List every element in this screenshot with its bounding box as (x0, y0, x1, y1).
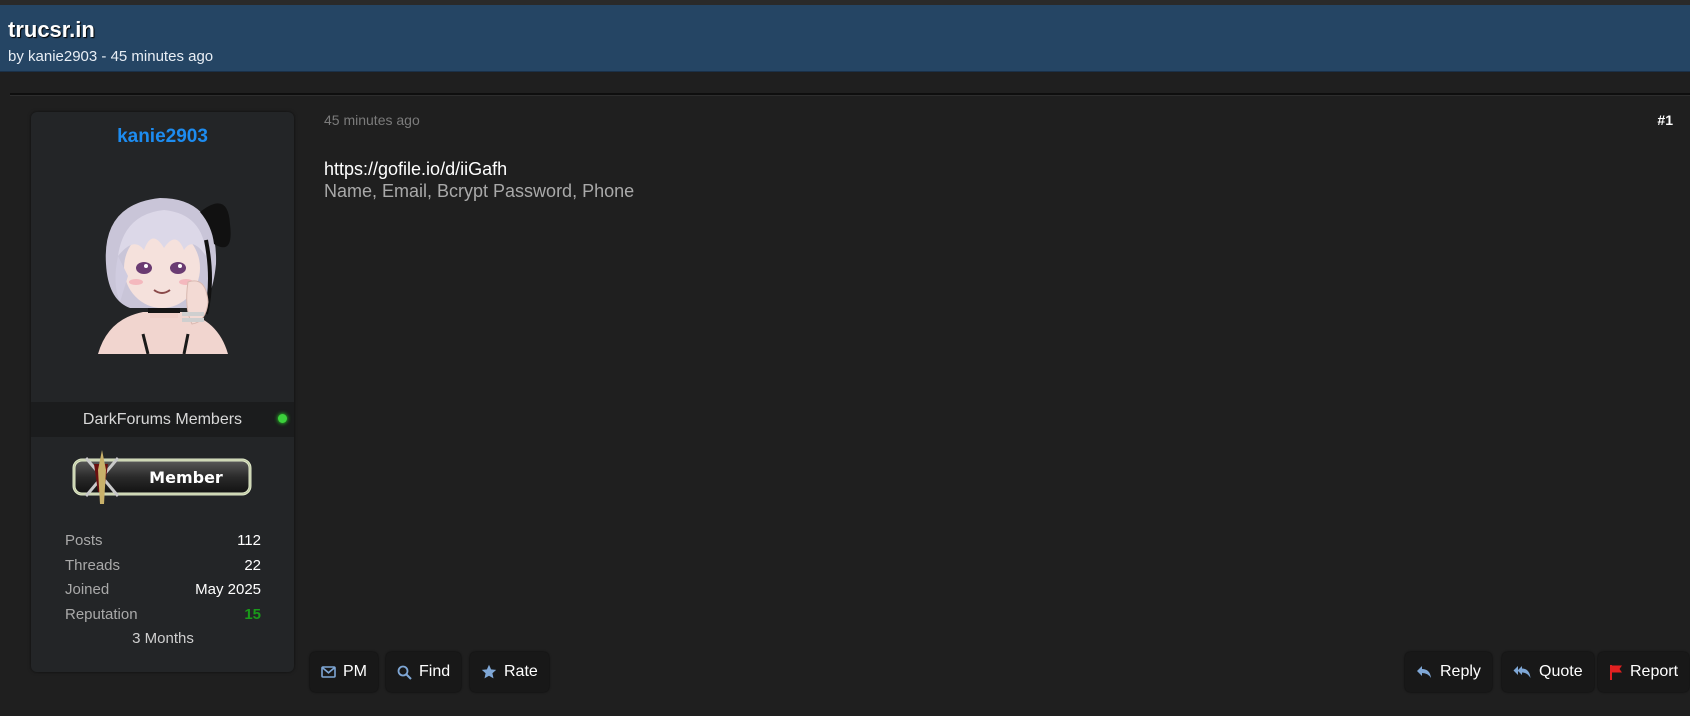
svg-text:Member: Member (149, 468, 223, 487)
stat-label: Reputation (65, 605, 138, 623)
usergroup-label: DarkForums Members (82, 411, 243, 428)
online-status-icon (278, 414, 287, 423)
post-text: Name, Email, Bcrypt Password, Phone (324, 181, 635, 201)
post-body: https://gofile.io/d/iiGafh Name, Email, … (324, 158, 634, 202)
stat-reputation: Reputation 15 (65, 606, 261, 631)
rate-button[interactable]: Rate (470, 652, 549, 692)
author-card: kanie2903 DarkForums Members Member Post… (31, 112, 294, 672)
post-link[interactable]: https://gofile.io/d/iiGafh (324, 158, 634, 180)
reputation-value[interactable]: 15 (244, 606, 261, 623)
stat-label: Posts (65, 532, 103, 549)
find-button-label: Find (419, 663, 451, 680)
reply-icon (1417, 666, 1431, 678)
post: kanie2903 DarkForums Members Member Post… (10, 96, 1690, 716)
stat-threads: Threads 22 (65, 557, 261, 582)
stat-posts: Posts 112 (65, 532, 261, 557)
quote-icon (1513, 666, 1531, 678)
stat-label: Threads (65, 556, 121, 574)
stat-value: 112 (237, 532, 261, 549)
reply-button[interactable]: Reply (1405, 652, 1492, 692)
stat-joined: Joined May 2025 (65, 581, 261, 606)
search-icon (397, 665, 412, 680)
find-button[interactable]: Find (386, 652, 462, 692)
pm-button[interactable]: PM (310, 652, 378, 692)
reply-button-label: Reply (1440, 663, 1481, 680)
envelope-icon (321, 666, 336, 678)
author-stats: Posts 112 Threads 22 Joined May 2025 Rep… (65, 532, 261, 647)
membership-duration: 3 Months (132, 630, 194, 647)
usergroup-bar: DarkForums Members (31, 402, 294, 437)
stat-value: May 2025 (195, 581, 261, 598)
thread-header: trucsr.in by kanie2903 - 45 minutes ago (0, 5, 1690, 72)
member-rank-badge: Member (72, 450, 252, 504)
avatar[interactable] (88, 184, 238, 354)
thread-title: trucsr.in (8, 17, 95, 42)
post-number-link[interactable]: #1 (1657, 112, 1673, 128)
post-date: 45 minutes ago (324, 112, 420, 128)
report-button[interactable]: Report (1598, 652, 1690, 692)
report-button-label: Report (1630, 663, 1679, 680)
author-username[interactable]: kanie2903 (31, 126, 294, 148)
stat-value: 22 (244, 556, 261, 574)
rate-button-label: Rate (504, 663, 538, 680)
quote-button-label: Quote (1539, 663, 1583, 680)
star-icon (481, 664, 497, 679)
quote-button[interactable]: Quote (1502, 652, 1594, 692)
pm-button-label: PM (343, 663, 367, 680)
thread-subtitle: by kanie2903 - 45 minutes ago (8, 48, 214, 65)
stat-label: Joined (65, 581, 110, 598)
flag-icon (1610, 665, 1622, 680)
